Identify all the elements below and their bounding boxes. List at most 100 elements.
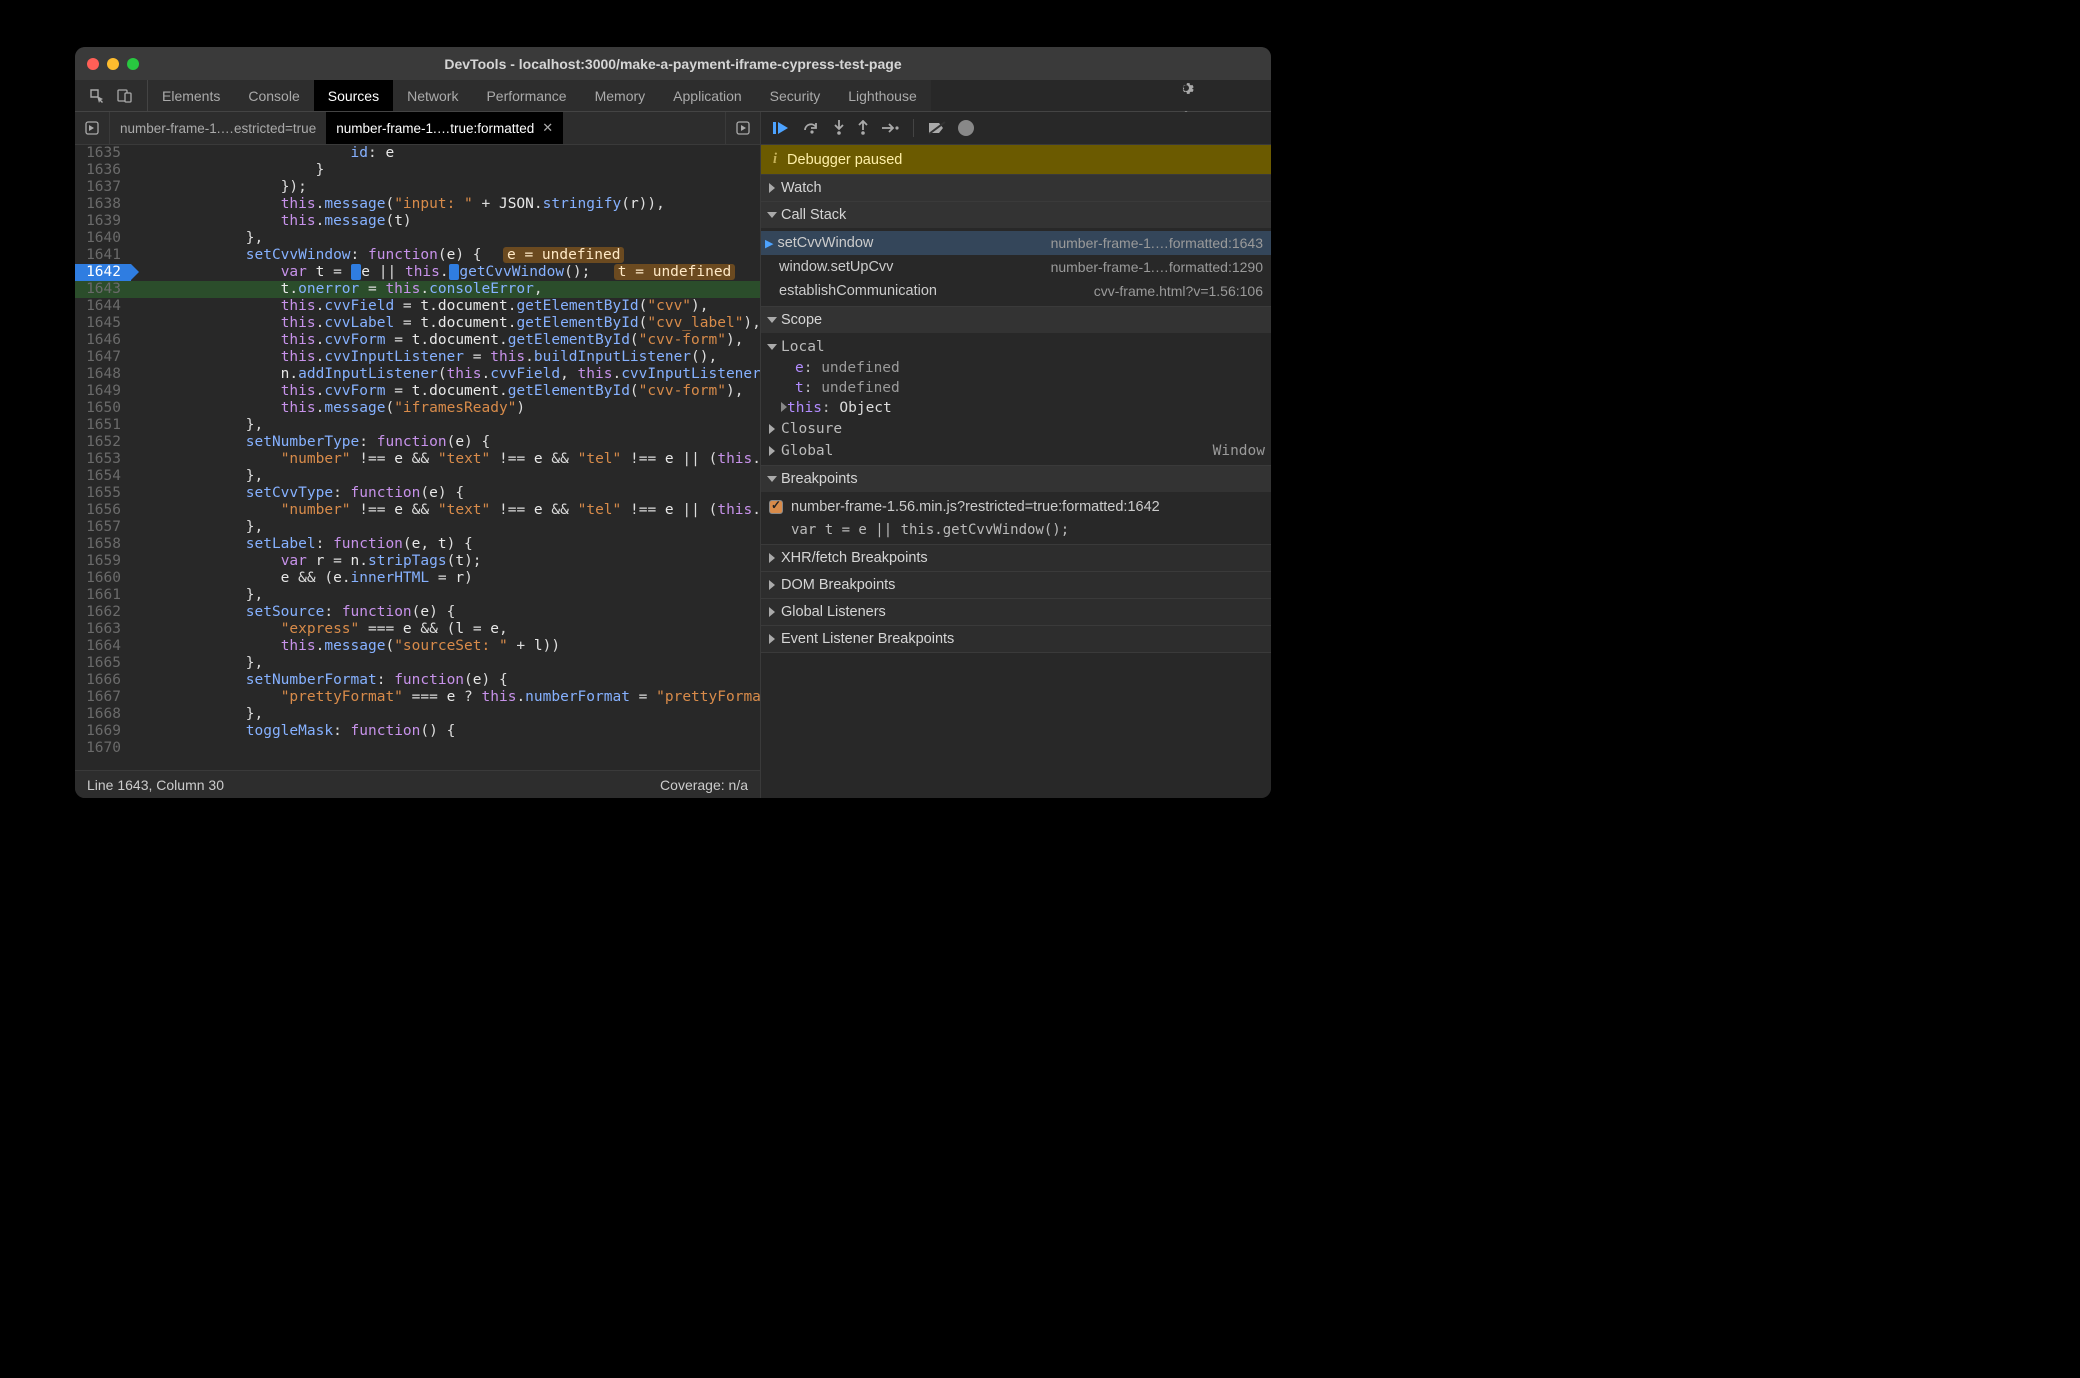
callstack-frame[interactable]: establishCommunicationcvv-frame.html?v=1… — [761, 279, 1271, 303]
code-line[interactable]: 1655 setCvvType: function(e) { — [75, 485, 760, 502]
device-icon[interactable] — [117, 88, 133, 104]
callstack-label: Call Stack — [781, 207, 846, 223]
file-tab-1[interactable]: number-frame-1.…estricted=true — [110, 112, 326, 144]
xhr-breakpoints-header[interactable]: XHR/fetch Breakpoints — [761, 545, 1271, 571]
global-listeners-header[interactable]: Global Listeners — [761, 599, 1271, 625]
tab-lighthouse[interactable]: Lighthouse — [834, 80, 931, 111]
run-snippet-icon[interactable] — [725, 112, 760, 144]
tab-performance[interactable]: Performance — [472, 80, 580, 111]
breakpoint-item[interactable]: number-frame-1.56.min.js?restricted=true… — [761, 495, 1271, 519]
code-line[interactable]: 1653 "number" !== e && "text" !== e && "… — [75, 451, 760, 468]
tab-security[interactable]: Security — [756, 80, 835, 111]
inspect-tools — [75, 80, 148, 111]
tab-console[interactable]: Console — [234, 80, 313, 111]
global-value: Window — [1213, 443, 1265, 459]
code-line[interactable]: 1640 }, — [75, 230, 760, 247]
code-line[interactable]: 1660 e && (e.innerHTML = r) — [75, 570, 760, 587]
tab-memory[interactable]: Memory — [581, 80, 660, 111]
dom-label: DOM Breakpoints — [781, 577, 895, 593]
local-label: Local — [781, 339, 825, 355]
breakpoints-header[interactable]: Breakpoints — [761, 466, 1271, 492]
code-line[interactable]: 1635 id: e — [75, 145, 760, 162]
callstack-frame[interactable]: window.setUpCvvnumber-frame-1.…formatted… — [761, 255, 1271, 279]
code-line[interactable]: 1657 }, — [75, 519, 760, 536]
gear-icon[interactable] — [1178, 80, 1194, 96]
scope-local-header[interactable]: Local — [761, 336, 1271, 358]
status-bar: Line 1643, Column 30 Coverage: n/a — [75, 770, 760, 798]
tab-elements[interactable]: Elements — [148, 80, 234, 111]
code-line[interactable]: 1662 setSource: function(e) { — [75, 604, 760, 621]
global-listeners-label: Global Listeners — [781, 604, 886, 620]
code-line[interactable]: 1647 this.cvvInputListener = this.buildI… — [75, 349, 760, 366]
code-line[interactable]: 1670 — [75, 740, 760, 757]
file-tab-2[interactable]: number-frame-1.…true:formatted ✕ — [326, 112, 563, 144]
code-line[interactable]: 1649 this.cvvForm = t.document.getElemen… — [75, 383, 760, 400]
xhr-label: XHR/fetch Breakpoints — [781, 550, 928, 566]
navigator-toggle-icon[interactable] — [75, 112, 110, 144]
step-out-icon[interactable] — [857, 120, 869, 136]
code-line[interactable]: 1645 this.cvvLabel = t.document.getEleme… — [75, 315, 760, 332]
cursor-position: Line 1643, Column 30 — [87, 777, 224, 793]
scope-var-t[interactable]: t: undefined — [761, 378, 1271, 398]
callstack-header[interactable]: Call Stack — [761, 202, 1271, 228]
devtools-window: DevTools - localhost:3000/make-a-payment… — [75, 47, 1271, 798]
event-listener-breakpoints-header[interactable]: Event Listener Breakpoints — [761, 626, 1271, 652]
code-line[interactable]: 1661 }, — [75, 587, 760, 604]
code-line[interactable]: 1650 this.message("iframesReady") — [75, 400, 760, 417]
breakpoint-checkbox[interactable] — [769, 500, 783, 514]
breakpoint-code: var t = e || this.getCvvWindow(); — [761, 519, 1271, 541]
code-line[interactable]: 1666 setNumberFormat: function(e) { — [75, 672, 760, 689]
close-icon[interactable]: ✕ — [542, 120, 553, 136]
scope-global-header[interactable]: GlobalWindow — [761, 440, 1271, 462]
code-line[interactable]: 1638 this.message("input: " + JSON.strin… — [75, 196, 760, 213]
pause-on-exceptions-icon[interactable] — [958, 120, 974, 136]
code-line[interactable]: 1667 "prettyFormat" === e ? this.numberF… — [75, 689, 760, 706]
code-line[interactable]: 1668 }, — [75, 706, 760, 723]
step-into-icon[interactable] — [833, 120, 845, 136]
inspect-icon[interactable] — [89, 88, 105, 104]
coverage-status: Coverage: n/a — [660, 777, 748, 793]
scope-var-e[interactable]: e: undefined — [761, 358, 1271, 378]
breakpoints-label: Breakpoints — [781, 471, 858, 487]
scope-var-this[interactable]: this: Object — [761, 398, 1271, 418]
tab-sources[interactable]: Sources — [314, 80, 393, 111]
code-line[interactable]: 1651 }, — [75, 417, 760, 434]
watch-label: Watch — [781, 180, 822, 196]
code-line[interactable]: 1642 var t = e || this. getCvvWindow(); … — [75, 264, 760, 281]
code-line[interactable]: 1639 this.message(t) — [75, 213, 760, 230]
tab-application[interactable]: Application — [659, 80, 756, 111]
code-line[interactable]: 1654 }, — [75, 468, 760, 485]
code-line[interactable]: 1656 "number" !== e && "text" !== e && "… — [75, 502, 760, 519]
step-over-icon[interactable] — [803, 121, 821, 135]
code-line[interactable]: 1648 n.addInputListener(this.cvvField, t… — [75, 366, 760, 383]
code-line[interactable]: 1644 this.cvvField = t.document.getEleme… — [75, 298, 760, 315]
code-editor[interactable]: 1635 id: e1636 }1637 });1638 this.messag… — [75, 145, 760, 770]
code-line[interactable]: 1658 setLabel: function(e, t) { — [75, 536, 760, 553]
code-line[interactable]: 1636 } — [75, 162, 760, 179]
scope-label: Scope — [781, 312, 822, 328]
code-line[interactable]: 1659 var r = n.stripTags(t); — [75, 553, 760, 570]
step-icon[interactable] — [881, 122, 899, 134]
dom-breakpoints-header[interactable]: DOM Breakpoints — [761, 572, 1271, 598]
panel-tabs: Elements Console Sources Network Perform… — [75, 80, 1271, 112]
code-line[interactable]: 1664 this.message("sourceSet: " + l)) — [75, 638, 760, 655]
scope-closure-header[interactable]: Closure — [761, 418, 1271, 440]
watch-header[interactable]: Watch — [761, 175, 1271, 201]
breakpoint-file: number-frame-1.56.min.js?restricted=true… — [791, 499, 1160, 515]
scope-header[interactable]: Scope — [761, 307, 1271, 333]
code-line[interactable]: 1643 t.onerror = this.consoleError, — [75, 281, 760, 298]
resume-icon[interactable] — [773, 121, 791, 135]
code-line[interactable]: 1637 }); — [75, 179, 760, 196]
code-line[interactable]: 1652 setNumberType: function(e) { — [75, 434, 760, 451]
file-tab-label: number-frame-1.…true:formatted — [336, 121, 534, 136]
file-tab-label: number-frame-1.…estricted=true — [120, 121, 316, 136]
code-line[interactable]: 1665 }, — [75, 655, 760, 672]
code-line[interactable]: 1641 setCvvWindow: function(e) { e = und… — [75, 247, 760, 264]
deactivate-breakpoints-icon[interactable] — [928, 121, 946, 135]
tab-network[interactable]: Network — [393, 80, 472, 111]
code-line[interactable]: 1646 this.cvvForm = t.document.getElemen… — [75, 332, 760, 349]
callstack-frame[interactable]: ▶setCvvWindownumber-frame-1.…formatted:1… — [761, 231, 1271, 255]
code-line[interactable]: 1669 toggleMask: function() { — [75, 723, 760, 740]
code-line[interactable]: 1663 "express" === e && (l = e, — [75, 621, 760, 638]
debugger-toolbar — [761, 112, 1271, 145]
